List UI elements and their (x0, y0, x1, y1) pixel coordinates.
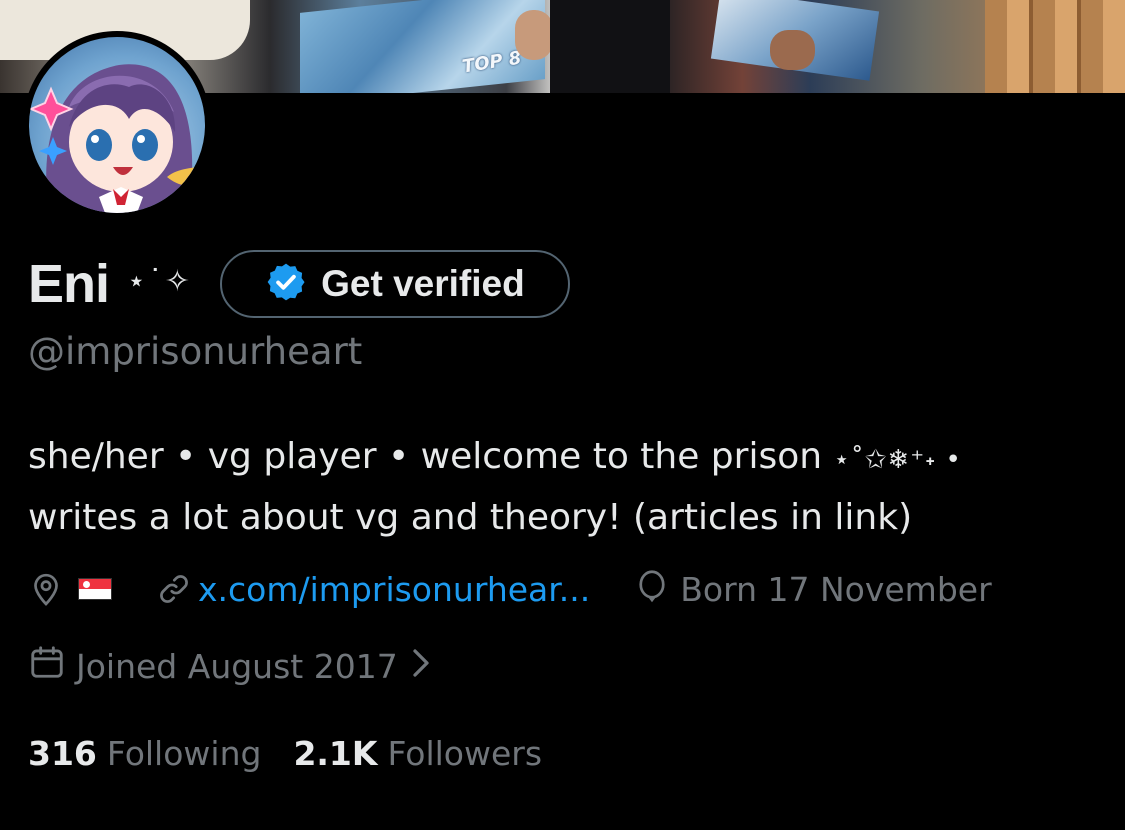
banner-hand-2 (770, 30, 815, 70)
profile-avatar[interactable] (23, 31, 211, 219)
banner-poster (300, 0, 545, 93)
bio-line-1-text: she/her • vg player • welcome to the pri… (28, 436, 834, 477)
verified-badge-icon (265, 261, 307, 308)
location-item (28, 570, 112, 608)
name-decoration: ⋆˙✧ (127, 263, 192, 299)
joined-text: Joined August 2017 (76, 646, 398, 686)
chevron-right-icon (412, 647, 430, 686)
name-row: Eni ⋆˙✧ Get verified (28, 248, 570, 320)
follow-stats: 316 Following 2.1K Followers (28, 728, 542, 778)
following-link[interactable]: 316 Following (28, 734, 261, 773)
profile-bio: she/her • vg player • welcome to the pri… (28, 428, 1108, 547)
website-item[interactable]: x.com/imprisonurhear... (156, 570, 590, 609)
balloon-icon (634, 569, 670, 609)
avatar-illustration (29, 64, 205, 213)
link-icon (156, 571, 192, 607)
location-pin-icon (28, 570, 64, 608)
get-verified-label: Get verified (321, 263, 525, 304)
profile-meta-row: x.com/imprisonurhear... Born 17 November (28, 565, 992, 613)
birthday-item: Born 17 November (634, 569, 992, 609)
bio-line-2: writes a lot about vg and theory! (artic… (28, 497, 913, 538)
singapore-flag-icon (78, 578, 112, 600)
followers-count: 2.1K (293, 733, 378, 773)
followers-link[interactable]: 2.1K Followers (293, 734, 542, 773)
profile-handle: @imprisonurheart (28, 330, 363, 373)
get-verified-button[interactable]: Get verified (219, 250, 570, 318)
following-count: 316 (28, 733, 97, 773)
banner-hand (515, 10, 553, 60)
banner-person-dark (550, 0, 670, 93)
avatar-image (29, 37, 205, 213)
website-link[interactable]: x.com/imprisonurhear... (198, 570, 590, 609)
bio-line-1: she/her • vg player • welcome to the pri… (28, 428, 1108, 489)
followers-label: Followers (387, 733, 543, 773)
banner-shelf (985, 0, 1125, 93)
birthday-text: Born 17 November (680, 569, 992, 609)
bio-line-1-decoration: ⋆˚✩❄︎⁺˖ • (833, 445, 962, 475)
display-name: Eni (28, 254, 110, 314)
calendar-icon (28, 643, 66, 689)
joined-row[interactable]: Joined August 2017 (28, 642, 430, 690)
following-label: Following (106, 733, 262, 773)
